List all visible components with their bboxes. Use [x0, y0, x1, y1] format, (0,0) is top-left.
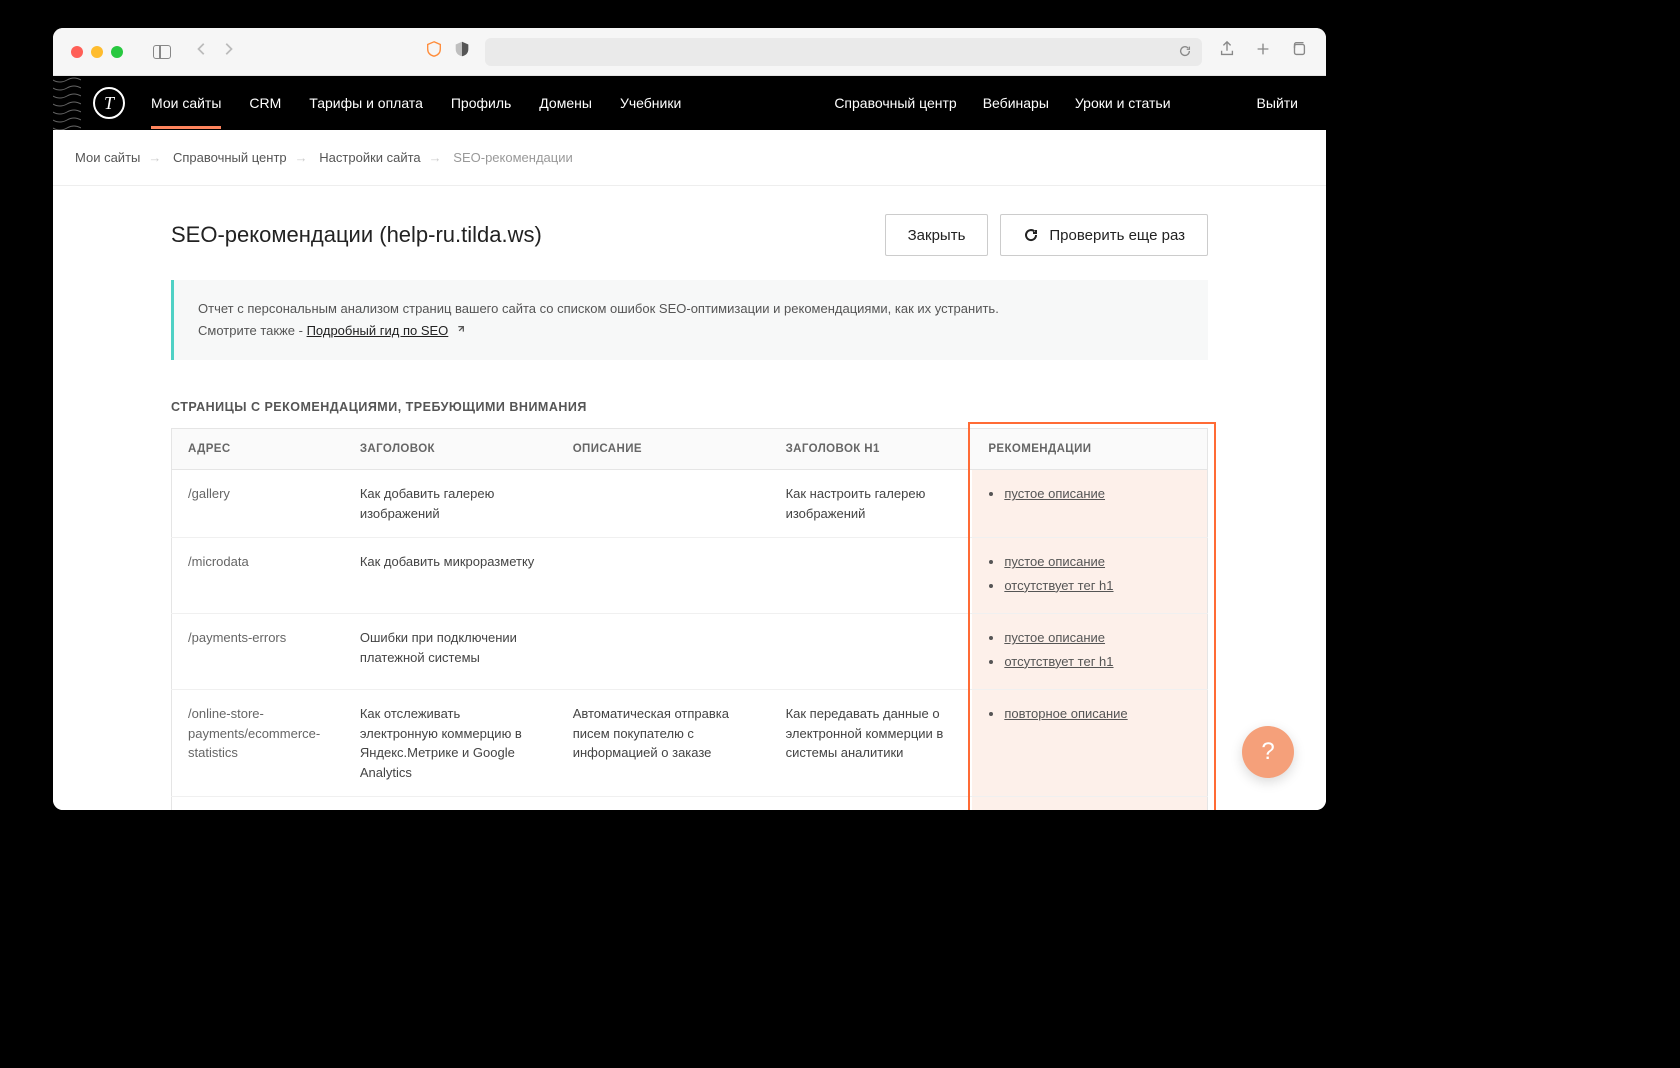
col-header-title: ЗАГОЛОВОК	[344, 429, 557, 470]
page-content: SEO-рекомендации (help-ru.tilda.ws) Закр…	[53, 186, 1326, 810]
table-cell	[557, 538, 770, 614]
table-cell: Как добавить галерею изображений	[344, 470, 557, 538]
col-header-address: АДРЕС	[172, 429, 344, 470]
sidebar-toggle-icon[interactable]	[153, 45, 171, 59]
nav-item-tutorials[interactable]: Учебники	[620, 77, 681, 129]
table-cell: /https	[172, 797, 344, 810]
col-header-h1: ЗАГОЛОВОК H1	[770, 429, 973, 470]
info-text: Смотрите также -	[198, 323, 307, 338]
seo-guide-link[interactable]: Подробный гид по SEO	[307, 323, 449, 338]
recommendation-link[interactable]: повторное описание	[1004, 704, 1191, 724]
table-cell: Ошибки при подключении платежной системы	[344, 614, 557, 690]
seo-table: АДРЕС ЗАГОЛОВОК ОПИСАНИЕ ЗАГОЛОВОК H1 РЕ…	[171, 428, 1208, 810]
table-cell: Как передавать данные о электронной комм…	[770, 690, 973, 797]
breadcrumb-current: SEO-рекомендации	[453, 150, 572, 165]
recommendation-link[interactable]: отсутствует тег h1	[1004, 576, 1191, 596]
nav-item-webinars[interactable]: Вебинары	[983, 95, 1049, 111]
nav-item-articles[interactable]: Уроки и статьи	[1075, 95, 1171, 111]
fullscreen-window-button[interactable]	[111, 46, 123, 58]
nav-item-crm[interactable]: CRM	[249, 77, 281, 129]
col-header-description: ОПИСАНИЕ	[557, 429, 770, 470]
address-bar[interactable]	[485, 38, 1202, 66]
recommendation-link[interactable]: пустое описание	[1004, 628, 1191, 648]
table-cell: Как отслеживать электронную коммерцию в …	[344, 690, 557, 797]
table-cell: /payments-errors	[172, 614, 344, 690]
table-row: /payments-errorsОшибки при подключении п…	[172, 614, 1208, 690]
external-link-icon	[455, 325, 465, 335]
col-header-recommendations: РЕКОМЕНДАЦИИ	[972, 429, 1207, 470]
table-cell: /microdata	[172, 538, 344, 614]
breadcrumb: Мои сайты→ Справочный центр→ Настройки с…	[53, 130, 1326, 186]
nav-item-domains[interactable]: Домены	[539, 77, 592, 129]
breadcrumb-link[interactable]: Настройки сайта	[319, 150, 420, 165]
table-cell	[557, 470, 770, 538]
window-controls	[71, 46, 123, 58]
forward-button[interactable]	[221, 42, 235, 61]
reload-icon[interactable]	[1178, 44, 1192, 63]
info-banner: Отчет с персональным анализом страниц ва…	[171, 280, 1208, 360]
breadcrumb-link[interactable]: Мои сайты	[75, 150, 140, 165]
table-cell: /gallery	[172, 470, 344, 538]
logout-link[interactable]: Выйти	[1257, 95, 1298, 111]
table-cell: Как настроить галерею изображений	[770, 470, 973, 538]
table-cell	[557, 614, 770, 690]
app-logo[interactable]: T	[93, 87, 125, 119]
table-cell: /online-store-payments/ecommerce-statist…	[172, 690, 344, 797]
adblock-icon[interactable]	[425, 40, 443, 63]
recheck-button[interactable]: Проверить еще раз	[1000, 214, 1208, 256]
tabs-overview-icon[interactable]	[1290, 40, 1308, 63]
recommendation-link[interactable]: пустое описание	[1004, 552, 1191, 572]
recommendations-cell: пустое описание отсутствует тег h1	[972, 614, 1207, 690]
table-cell: Как установить бесплатный сертификат Let…	[557, 797, 770, 810]
nav-item-sites[interactable]: Мои сайты	[151, 77, 221, 129]
nav-item-profile[interactable]: Профиль	[451, 77, 511, 129]
recommendations-cell: отсутствует тег h1	[972, 797, 1207, 810]
back-button[interactable]	[195, 42, 209, 61]
table-cell	[770, 797, 973, 810]
table-cell: Автоматическая отправка писем покупателю…	[557, 690, 770, 797]
refresh-icon	[1023, 227, 1039, 243]
table-row: /microdataКак добавить микроразметку пуст…	[172, 538, 1208, 614]
table-row: /online-store-payments/ecommerce-statist…	[172, 690, 1208, 797]
decorative-wave-icon	[53, 76, 81, 130]
recommendation-link[interactable]: отсутствует тег h1	[1004, 652, 1191, 672]
browser-window: T Мои сайты CRM Тарифы и оплата Профиль …	[53, 28, 1326, 810]
table-cell	[770, 538, 973, 614]
section-heading: СТРАНИЦЫ С РЕКОМЕНДАЦИЯМИ, ТРЕБУЮЩИМИ ВН…	[171, 400, 1208, 414]
table-cell	[770, 614, 973, 690]
nav-item-billing[interactable]: Тарифы и оплата	[309, 77, 423, 129]
table-cell: Как добавить микроразметку	[344, 538, 557, 614]
share-icon[interactable]	[1218, 40, 1236, 63]
recommendations-cell: пустое описание отсутствует тег h1	[972, 538, 1207, 614]
help-fab-button[interactable]: ?	[1242, 726, 1294, 778]
main-nav: Мои сайты CRM Тарифы и оплата Профиль До…	[151, 77, 681, 129]
browser-toolbar	[53, 28, 1326, 76]
breadcrumb-link[interactable]: Справочный центр	[173, 150, 287, 165]
recommendations-cell: повторное описание	[972, 690, 1207, 797]
close-button[interactable]: Закрыть	[885, 214, 989, 256]
close-window-button[interactable]	[71, 46, 83, 58]
secondary-nav: Справочный центр Вебинары Уроки и статьи…	[834, 95, 1298, 111]
recommendation-link[interactable]: пустое описание	[1004, 484, 1191, 504]
nav-item-help[interactable]: Справочный центр	[834, 95, 956, 111]
info-text: Отчет с персональным анализом страниц ва…	[198, 298, 1184, 320]
app-header: T Мои сайты CRM Тарифы и оплата Профиль …	[53, 76, 1326, 130]
privacy-icon[interactable]	[453, 40, 471, 63]
recommendations-cell: пустое описание	[972, 470, 1207, 538]
minimize-window-button[interactable]	[91, 46, 103, 58]
new-tab-icon[interactable]	[1254, 40, 1272, 63]
table-row: /galleryКак добавить галерею изображений…	[172, 470, 1208, 538]
table-row: /httpsКак настроить протокол HTTPSКак ус…	[172, 797, 1208, 810]
table-cell: Как настроить протокол HTTPS	[344, 797, 557, 810]
page-title: SEO-рекомендации (help-ru.tilda.ws)	[171, 222, 542, 248]
